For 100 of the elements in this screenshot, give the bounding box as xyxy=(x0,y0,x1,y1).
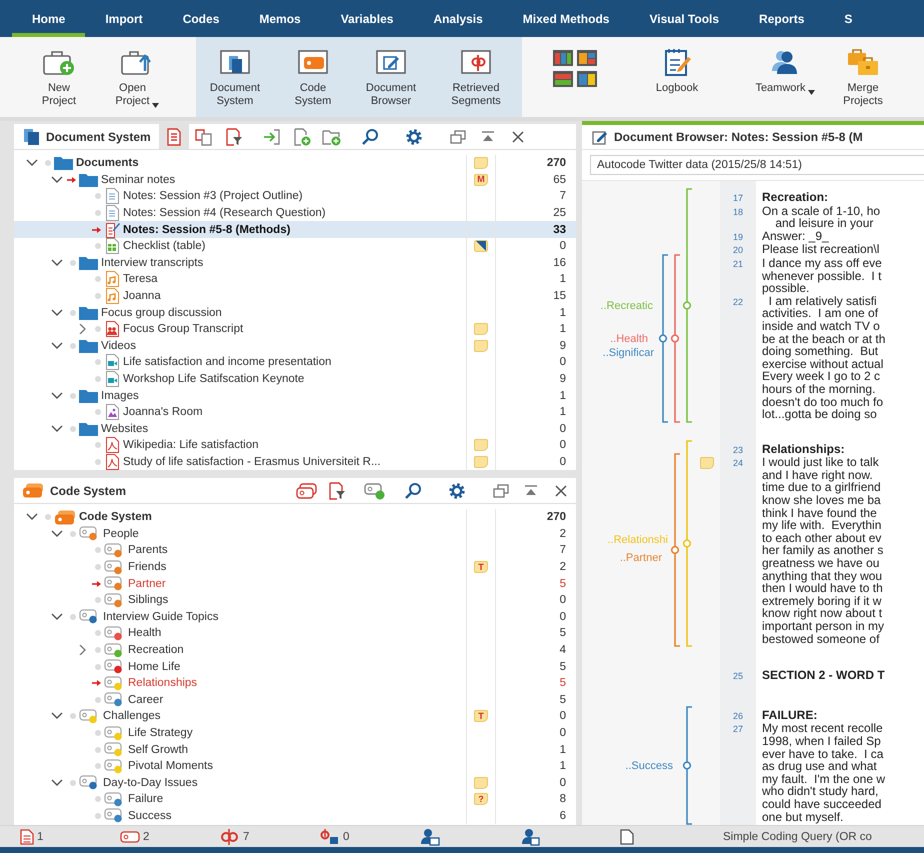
activation-dot[interactable] xyxy=(67,308,77,317)
tree-row[interactable]: Interview transcripts 16 xyxy=(14,254,576,272)
chevron-icon[interactable] xyxy=(24,512,40,522)
query-label[interactable]: Simple Coding Query (OR co xyxy=(723,830,872,842)
tree-row[interactable]: Challenges T 0 xyxy=(14,708,576,725)
memo-icon[interactable] xyxy=(474,240,488,252)
activation-arrow-icon[interactable] xyxy=(92,679,102,688)
activation-dot[interactable] xyxy=(92,696,102,704)
menu-tab[interactable]: Variables xyxy=(320,0,414,37)
tree-row[interactable]: Notes: Session #3 (Project Outline) 7 xyxy=(14,188,576,205)
activation-dot[interactable] xyxy=(92,375,102,384)
activation-dot[interactable] xyxy=(67,712,77,720)
tree-row[interactable]: Pivotal Moments 1 xyxy=(14,758,576,774)
segments-icon[interactable] xyxy=(220,828,240,844)
menu-tab[interactable]: Codes xyxy=(162,0,240,37)
activation-dot[interactable] xyxy=(92,292,102,300)
menu-tab[interactable]: Import xyxy=(85,0,163,37)
memo-badge[interactable]: T xyxy=(474,710,488,722)
activation-dot[interactable] xyxy=(92,546,102,554)
chevron-icon[interactable] xyxy=(24,158,40,168)
activation-dot[interactable] xyxy=(92,812,102,820)
chevron-icon[interactable] xyxy=(49,711,65,722)
menu-tab[interactable]: Reports xyxy=(739,0,824,37)
menu-tab[interactable]: Analysis xyxy=(413,0,503,37)
activation-dot[interactable] xyxy=(92,729,102,738)
menu-tab[interactable]: S xyxy=(824,0,872,37)
segment-set-field[interactable]: Autocode Twitter data (2015/25/8 14:51) xyxy=(590,155,924,175)
activation-dot[interactable] xyxy=(92,192,102,200)
activation-arrow-icon[interactable] xyxy=(67,176,77,184)
memo-badge[interactable]: T xyxy=(474,561,488,574)
coding-stripe[interactable] xyxy=(682,188,694,423)
tree-row[interactable]: Life satisfaction and income presentation 0 xyxy=(14,354,576,371)
chevron-icon[interactable] xyxy=(49,340,65,351)
activation-dot[interactable] xyxy=(92,242,102,250)
tree-row[interactable]: Self Growth 1 xyxy=(14,741,576,758)
memo-badge[interactable]: M xyxy=(474,174,488,186)
activation-dot[interactable] xyxy=(42,513,52,522)
tree-row[interactable]: Relationships 5 xyxy=(14,674,576,692)
tree-row[interactable]: Friends T 2 xyxy=(14,558,576,576)
tree-row[interactable]: Seminar notes M 65 xyxy=(14,172,576,188)
activation-dot[interactable] xyxy=(92,795,102,804)
coding-stripe[interactable] xyxy=(670,254,682,423)
chevron-icon[interactable] xyxy=(49,258,65,268)
activation-arrow-icon[interactable] xyxy=(92,226,102,234)
tree-row[interactable]: Study of life satisfaction - Erasmus Universiteit R... 0 xyxy=(14,454,576,470)
tree-row[interactable]: Career 5 xyxy=(14,692,576,708)
activation-dot[interactable] xyxy=(92,275,102,284)
coding-stripe[interactable] xyxy=(670,453,682,647)
menu-tab[interactable]: Visual Tools xyxy=(629,0,740,37)
tree-row[interactable]: Notes: Session #5-8 (Methods) 33 xyxy=(14,221,576,238)
tree-row[interactable]: Websites 0 xyxy=(14,420,576,438)
chevron-icon[interactable] xyxy=(49,390,65,401)
tree-row[interactable]: Success 6 xyxy=(14,808,576,824)
tree-row[interactable]: Videos 9 xyxy=(14,338,576,354)
tree-row[interactable]: Parents 7 xyxy=(14,542,576,559)
tree-row[interactable]: Focus Group Transcript 1 xyxy=(14,320,576,338)
tree-row[interactable]: Partner 5 xyxy=(14,575,576,592)
tree-row[interactable]: People 2 xyxy=(14,526,576,542)
activation-dot[interactable] xyxy=(67,258,77,267)
activation-dot[interactable] xyxy=(92,746,102,754)
activation-dot[interactable] xyxy=(92,662,102,671)
activation-arrow-icon[interactable] xyxy=(92,580,102,588)
chevron-icon[interactable] xyxy=(49,174,65,185)
activation-dot[interactable] xyxy=(92,762,102,770)
document-list-button[interactable] xyxy=(158,124,189,149)
activation-dot[interactable] xyxy=(67,778,77,787)
activation-dot[interactable] xyxy=(92,358,102,366)
memo-badge[interactable]: ? xyxy=(474,793,488,806)
merge-projects-button[interactable]: Merge Projects xyxy=(824,37,902,117)
menu-tab[interactable]: Memos xyxy=(239,0,321,37)
tree-row[interactable]: Health 5 xyxy=(14,625,576,642)
user-icon[interactable] xyxy=(520,828,540,846)
activation-dot[interactable] xyxy=(67,530,77,538)
user-icon[interactable] xyxy=(420,828,440,846)
activation-dot[interactable] xyxy=(67,424,77,433)
tree-row[interactable]: Day-to-Day Issues 0 xyxy=(14,774,576,792)
activation-dot[interactable] xyxy=(92,629,102,638)
tree-row[interactable]: Siblings 0 xyxy=(14,592,576,609)
document-system-button[interactable]: Document System xyxy=(196,37,274,117)
document-icon[interactable] xyxy=(620,828,634,844)
activation-dot[interactable] xyxy=(92,646,102,654)
chevron-icon[interactable] xyxy=(49,778,65,788)
tree-row[interactable]: Focus group discussion 1 xyxy=(14,304,576,321)
tree-row[interactable]: Home Life 5 xyxy=(14,658,576,675)
coding-stripe[interactable] xyxy=(682,706,694,825)
activation-dot[interactable] xyxy=(92,563,102,572)
document-icon[interactable] xyxy=(20,828,34,844)
chevron-icon[interactable] xyxy=(49,612,65,622)
tree-row[interactable]: Images 1 xyxy=(14,387,576,404)
tree-row[interactable]: Wikipedia: Life satisfaction 0 xyxy=(14,437,576,454)
chevron-icon[interactable] xyxy=(49,308,65,318)
tree-row[interactable]: Life Strategy 0 xyxy=(14,724,576,742)
weight-icon[interactable] xyxy=(320,828,340,844)
activation-dot[interactable] xyxy=(92,325,102,334)
activation-dot[interactable] xyxy=(42,159,52,168)
activation-dot[interactable] xyxy=(67,392,77,400)
tree-row[interactable]: Checklist (table) 0 xyxy=(14,238,576,255)
logbook-button[interactable]: Logbook xyxy=(638,37,716,117)
activation-dot[interactable] xyxy=(92,441,102,450)
chevron-icon[interactable] xyxy=(49,528,65,539)
